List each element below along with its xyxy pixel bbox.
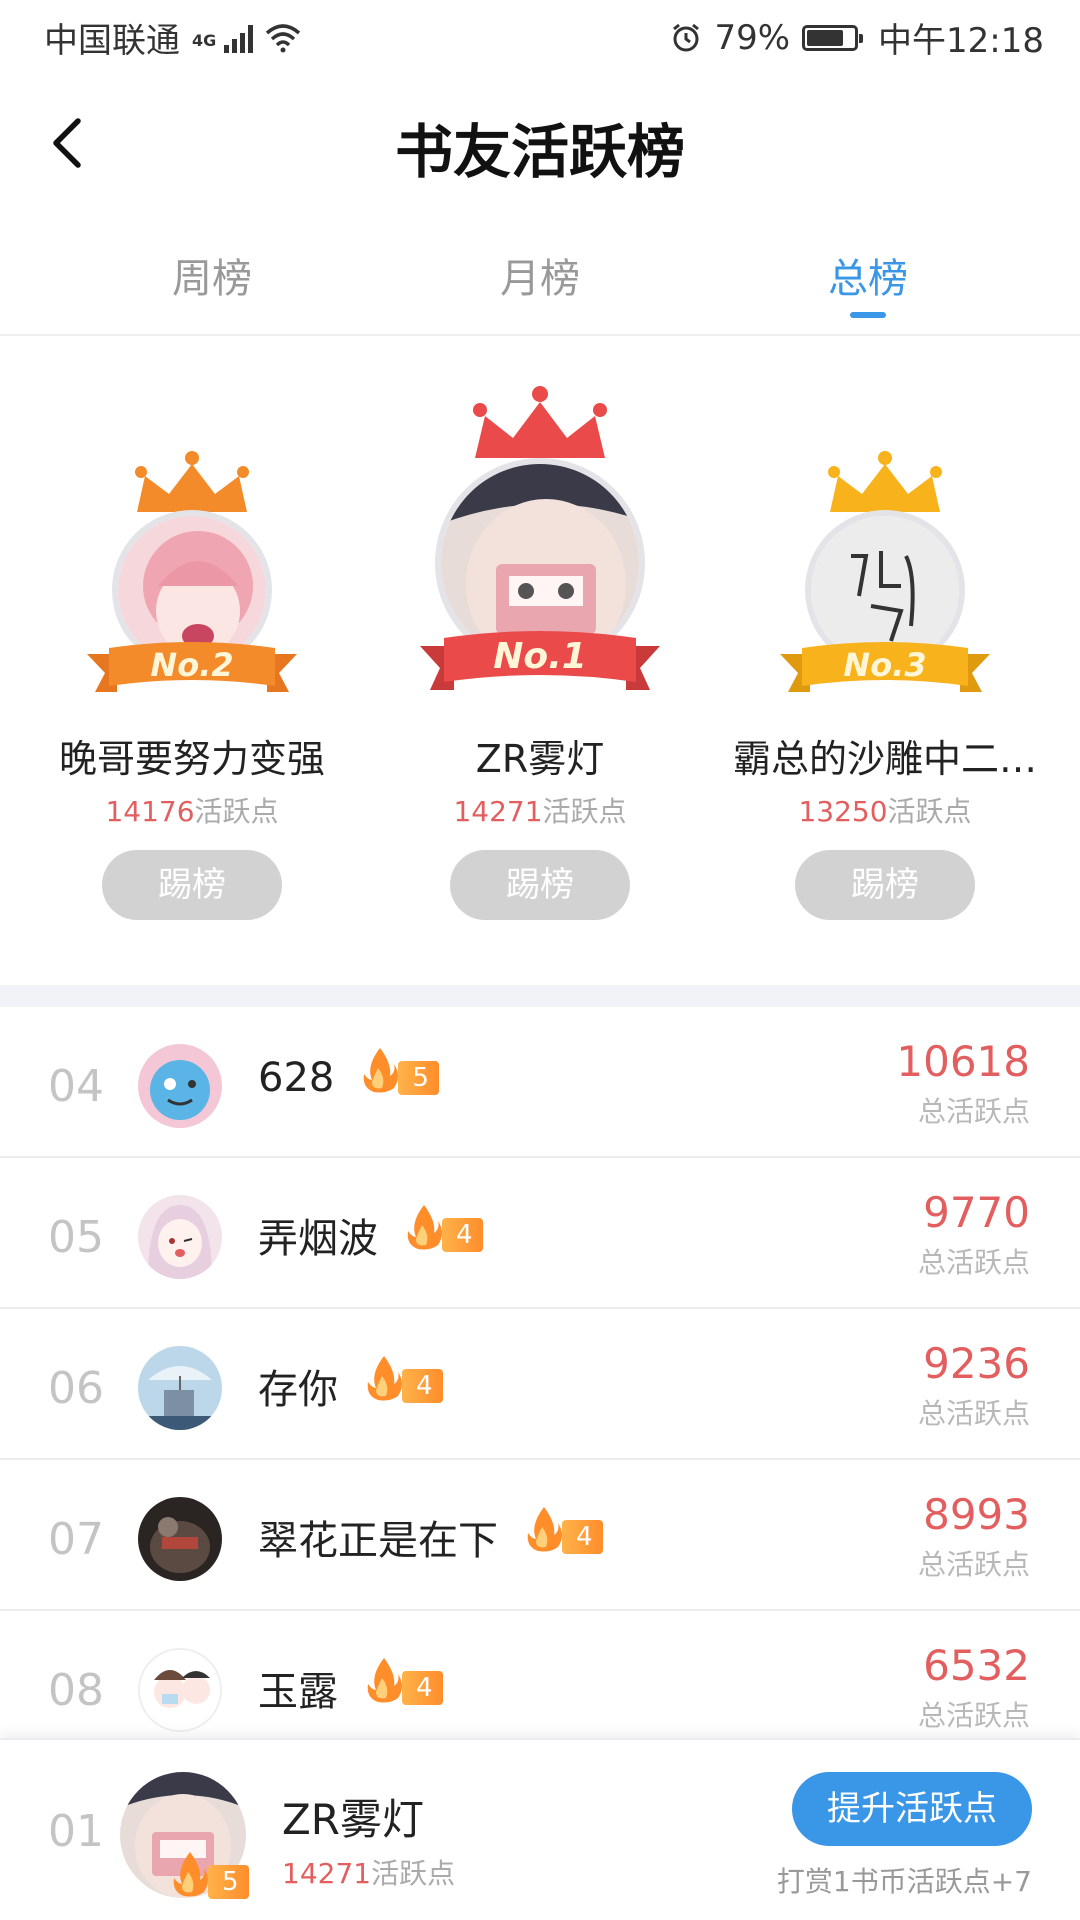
list-item[interactable]: 04 628 5 10618 总活跃点 (0, 1007, 1080, 1158)
rank-label: No.3 (843, 646, 927, 684)
avatar[interactable] (138, 1195, 222, 1279)
podium-third: No.3 霸总的沙雕中二… 13250活跃点 踢榜 (715, 340, 1055, 985)
rank-label: No.2 (150, 646, 234, 684)
wifi-icon (266, 23, 301, 52)
total-score: 10618 总活跃点 (896, 1037, 1030, 1128)
crown-icon (473, 386, 607, 458)
user-name: 628 (258, 1055, 335, 1101)
level-badge: 4 (526, 1507, 603, 1555)
user-name: 存你 (258, 1367, 338, 1413)
avatar[interactable] (138, 1346, 222, 1430)
rank-number: 04 (48, 1061, 104, 1112)
tab-monthly[interactable]: 月榜 (440, 246, 640, 304)
tab-total[interactable]: 总榜 (768, 246, 968, 318)
level-badge: 4 (406, 1205, 483, 1253)
signal-icon (224, 23, 254, 53)
kick-button[interactable]: 踢榜 (795, 850, 975, 920)
status-bar: 中国联通 4G 79% 中午12:18 (0, 0, 1080, 75)
tab-bar: 周榜 月榜 总榜 (0, 230, 1080, 336)
header: 书友活跃榜 (0, 75, 1080, 215)
flame-icon (367, 1658, 402, 1703)
section-divider (0, 985, 1080, 1007)
podium-score: 14176活跃点 (105, 795, 279, 828)
podium-name: 晚哥要努力变强 (58, 737, 325, 781)
level-badge: 4 (366, 1658, 443, 1706)
rank-number: 07 (48, 1514, 104, 1565)
battery-icon (802, 24, 864, 51)
podium: No.2 晚哥要努力变强 14176活跃点 踢榜 No.1 ZR雾灯 14271… (0, 340, 1080, 985)
kick-button[interactable]: 踢榜 (450, 850, 630, 920)
total-score: 6532 总活跃点 (917, 1641, 1030, 1732)
rank-number: 05 (48, 1212, 104, 1263)
my-level-badge: 5 (172, 1852, 249, 1900)
list-item[interactable]: 06 存你 4 9236 总活跃点 (0, 1309, 1080, 1460)
podium-second: No.2 晚哥要努力变强 14176活跃点 踢榜 (22, 340, 362, 985)
ranking-list: 04 628 5 10618 总活跃点 05 弄烟波 4 9770 总活跃点 06 … (0, 1007, 1080, 1762)
total-score: 8993 总活跃点 (917, 1490, 1030, 1581)
list-item[interactable]: 07 翠花正是在下 4 8993 总活跃点 (0, 1460, 1080, 1611)
kick-button[interactable]: 踢榜 (102, 850, 282, 920)
podium-first: No.1 ZR雾灯 14271活跃点 踢榜 (370, 340, 710, 985)
page-title: 书友活跃榜 (394, 118, 685, 186)
reward-tip: 打赏1书币活跃点+7 (776, 1865, 1032, 1898)
avatar[interactable] (138, 1648, 222, 1732)
level-badge: 4 (366, 1356, 443, 1404)
my-score: 14271活跃点 (282, 1857, 456, 1890)
podium-name: ZR雾灯 (475, 737, 605, 781)
tab-weekly[interactable]: 周榜 (112, 246, 312, 304)
total-score: 9236 总活跃点 (917, 1339, 1030, 1430)
list-item[interactable]: 05 弄烟波 4 9770 总活跃点 (0, 1158, 1080, 1309)
flame-icon (367, 1356, 402, 1401)
battery-percent: 79% (714, 17, 791, 58)
level-badge: 5 (362, 1048, 439, 1096)
clock: 中午12:18 (878, 21, 1044, 61)
user-name: 弄烟波 (258, 1216, 378, 1262)
my-rank-bar: 01 5 ZR雾灯 14271活跃点 提升活跃点 打赏1书币活跃点+7 (0, 1738, 1080, 1920)
rank-number: 08 (48, 1665, 104, 1716)
rank-label: No.1 (493, 636, 587, 677)
network-type: 4G (192, 31, 217, 50)
user-name: 翠花正是在下 (258, 1518, 498, 1564)
alarm-icon (673, 23, 700, 51)
flame-icon (173, 1852, 208, 1897)
user-name: 玉露 (258, 1669, 338, 1715)
flame-icon (527, 1507, 562, 1552)
podium-score: 13250活跃点 (798, 795, 972, 828)
podium-name: 霸总的沙雕中二… (732, 737, 1037, 781)
avatar[interactable] (138, 1044, 222, 1128)
flame-icon (407, 1205, 442, 1250)
rank-number: 06 (48, 1363, 104, 1414)
podium-score: 14271活跃点 (453, 795, 627, 828)
avatar[interactable] (138, 1497, 222, 1581)
my-rank-number: 01 (48, 1806, 104, 1857)
my-name: ZR雾灯 (282, 1795, 424, 1844)
carrier-label: 中国联通 (44, 21, 180, 61)
boost-activity-button[interactable]: 提升活跃点 (792, 1772, 1032, 1846)
total-score: 9770 总活跃点 (917, 1188, 1030, 1279)
flame-icon (364, 1048, 399, 1093)
